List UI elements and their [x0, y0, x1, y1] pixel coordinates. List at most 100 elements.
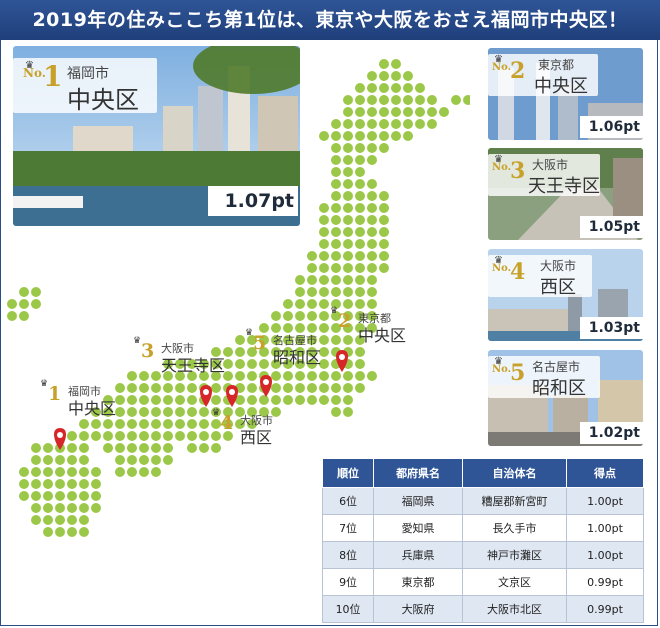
map-dot [67, 431, 77, 441]
rank-2-card: ♛ No. 2 東京都 中央区 1.06pt [488, 48, 643, 140]
map-dot [31, 491, 41, 501]
map-dot [367, 287, 377, 297]
map-dot [343, 287, 353, 297]
table-cell: 6位 [321, 487, 375, 515]
map-dot [163, 455, 173, 465]
map-dot [307, 395, 317, 405]
rank-number: 1 [43, 60, 63, 93]
map-dot [31, 455, 41, 465]
map-label-ward: 昭和区 [273, 348, 322, 367]
map-label-rank: 1 [48, 383, 62, 405]
map-dot [355, 383, 365, 393]
map-label-rank-5: ♛ 5 名古屋市 昭和区 [245, 328, 335, 368]
map-dot [163, 407, 173, 417]
map-dot [91, 431, 101, 441]
map-dot [55, 527, 65, 537]
table-row: 9位 東京都 文京区 0.99pt [321, 568, 644, 596]
map-dot [67, 515, 77, 525]
map-dot [367, 131, 377, 141]
map-dot [151, 383, 161, 393]
map-dot [403, 71, 413, 81]
map-pin-center [203, 389, 209, 395]
map-dot [343, 395, 353, 405]
map-dot [259, 395, 269, 405]
map-dot [67, 479, 77, 489]
map-dot [79, 515, 89, 525]
map-dot [79, 491, 89, 501]
map-dot [403, 95, 413, 105]
map-dot [103, 419, 113, 429]
map-dot [199, 443, 209, 453]
map-pin-icon [260, 375, 272, 397]
map-dot [367, 95, 377, 105]
map-dot [7, 299, 17, 309]
map-dot [403, 119, 413, 129]
rank-number: 4 [510, 259, 526, 285]
map-dot [115, 443, 125, 453]
map-dot [331, 119, 341, 129]
map-dot [91, 503, 101, 513]
map-dot [187, 443, 197, 453]
map-dot [331, 131, 341, 141]
map-dot [319, 287, 329, 297]
rank-prefix: No. [492, 364, 512, 375]
rank-prefix: No. [492, 263, 512, 274]
map-dot [175, 431, 185, 441]
map-dot [355, 215, 365, 225]
map-dot [427, 119, 437, 129]
table-cell: 1.00pt [566, 487, 644, 515]
map-dot [355, 95, 365, 105]
map-dot [319, 251, 329, 261]
table-row: 7位 愛知県 長久手市 1.00pt [321, 514, 644, 542]
map-dot [283, 395, 293, 405]
table-cell: 7位 [321, 514, 375, 542]
map-dot [79, 479, 89, 489]
map-dot [19, 311, 29, 321]
map-dot [343, 299, 353, 309]
map-dot [247, 383, 257, 393]
map-dot [31, 479, 41, 489]
map-dot [271, 371, 281, 381]
map-dot [139, 431, 149, 441]
map-dot [91, 479, 101, 489]
rank-pref: 東京都 [538, 58, 575, 72]
map-dot [367, 119, 377, 129]
map-dot [139, 419, 149, 429]
map-dot [295, 275, 305, 285]
map-dot [307, 263, 317, 273]
map-pin-center [263, 379, 269, 385]
map-dot [379, 95, 389, 105]
rank-3-tag: ♛ No. 3 大阪市 天王寺区 [488, 154, 600, 197]
rank-ward: 天王寺区 [528, 176, 600, 197]
map-dot [379, 239, 389, 249]
table-cell: 10位 [321, 595, 375, 623]
rank-5-score: 1.02pt [580, 422, 643, 444]
map-dot [367, 275, 377, 285]
rank-prefix: No. [492, 162, 512, 173]
map-dot [379, 263, 389, 273]
map-dot [355, 251, 365, 261]
map-dot [379, 71, 389, 81]
map-dot [211, 383, 221, 393]
map-dot [343, 215, 353, 225]
rank-number: 3 [510, 158, 526, 184]
map-dot [355, 371, 365, 381]
map-dot [331, 251, 341, 261]
rank-ward: 中央区 [67, 86, 139, 114]
map-dot [19, 491, 29, 501]
map-dot [55, 515, 65, 525]
map-dot [55, 503, 65, 513]
map-dot [319, 383, 329, 393]
map-dot [79, 455, 89, 465]
table-row: 8位 兵庫県 神戸市灘区 1.00pt [321, 541, 644, 569]
map-dot [319, 203, 329, 213]
map-dot [403, 83, 413, 93]
table-header: 都府県名 [373, 458, 464, 488]
map-dot [19, 287, 29, 297]
map-dot [43, 491, 53, 501]
map-dot [103, 443, 113, 453]
ranking-table: 順位 都府県名 自治体名 得点 6位 福岡県 糟屋郡新宮町 1.00pt 7位 … [321, 458, 644, 623]
map-dot [115, 419, 125, 429]
map-dot [187, 419, 197, 429]
map-dot [391, 71, 401, 81]
